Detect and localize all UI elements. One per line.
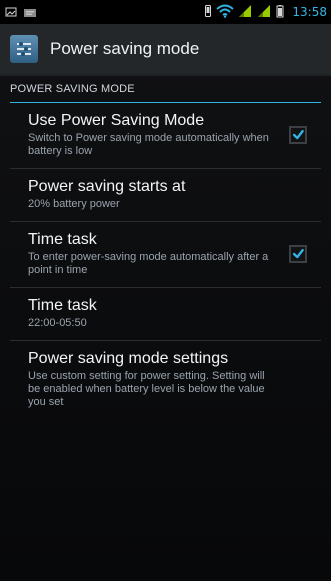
battery-icon bbox=[275, 3, 285, 22]
use-power-saving-checkbox[interactable] bbox=[289, 125, 307, 144]
pref-title: Use Power Saving Mode bbox=[28, 112, 205, 129]
vibrate-icon bbox=[203, 3, 213, 22]
check-icon bbox=[292, 248, 304, 258]
message-icon bbox=[23, 3, 37, 22]
pref-title: Power saving starts at bbox=[28, 178, 186, 195]
pref-summary: Use custom setting for power setting. Se… bbox=[28, 370, 265, 408]
signal-icon bbox=[237, 3, 253, 22]
time-task-checkbox[interactable] bbox=[289, 244, 307, 263]
wifi-icon bbox=[216, 3, 235, 22]
pref-time-task-toggle[interactable]: Time task To enter power-saving mode aut… bbox=[10, 222, 321, 288]
signal-icon bbox=[256, 3, 272, 22]
status-bar: 13:58 bbox=[0, 0, 331, 24]
check-icon bbox=[292, 129, 304, 139]
pref-power-saving-mode-settings[interactable]: Power saving mode settings Use custom se… bbox=[10, 341, 321, 419]
status-right: 13:58 bbox=[203, 3, 331, 22]
screenshot-icon bbox=[5, 3, 17, 22]
section-header: POWER SAVING MODE bbox=[10, 76, 321, 103]
pref-use-power-saving-mode[interactable]: Use Power Saving Mode Switch to Power sa… bbox=[10, 103, 321, 169]
status-left bbox=[0, 3, 37, 22]
pref-summary: Switch to Power saving mode automaticall… bbox=[28, 132, 269, 157]
pref-power-saving-starts-at[interactable]: Power saving starts at 20% battery power bbox=[10, 169, 321, 222]
pref-summary: To enter power-saving mode automatically… bbox=[28, 251, 269, 276]
page-title: Power saving mode bbox=[50, 39, 200, 58]
action-bar: Power saving mode bbox=[0, 24, 331, 76]
pref-title: Time task bbox=[28, 297, 97, 314]
pref-summary: 20% battery power bbox=[28, 198, 120, 210]
status-time: 13:58 bbox=[292, 5, 327, 19]
power-saving-icon bbox=[10, 35, 38, 63]
pref-summary: 22:00-05:50 bbox=[28, 317, 87, 329]
screen: { "status_bar": { "time": "13:58", "icon… bbox=[0, 0, 331, 581]
settings-content: POWER SAVING MODE Use Power Saving Mode … bbox=[0, 76, 331, 419]
pref-title: Time task bbox=[28, 231, 97, 248]
pref-title: Power saving mode settings bbox=[28, 350, 229, 367]
pref-time-task-range[interactable]: Time task 22:00-05:50 bbox=[10, 288, 321, 341]
